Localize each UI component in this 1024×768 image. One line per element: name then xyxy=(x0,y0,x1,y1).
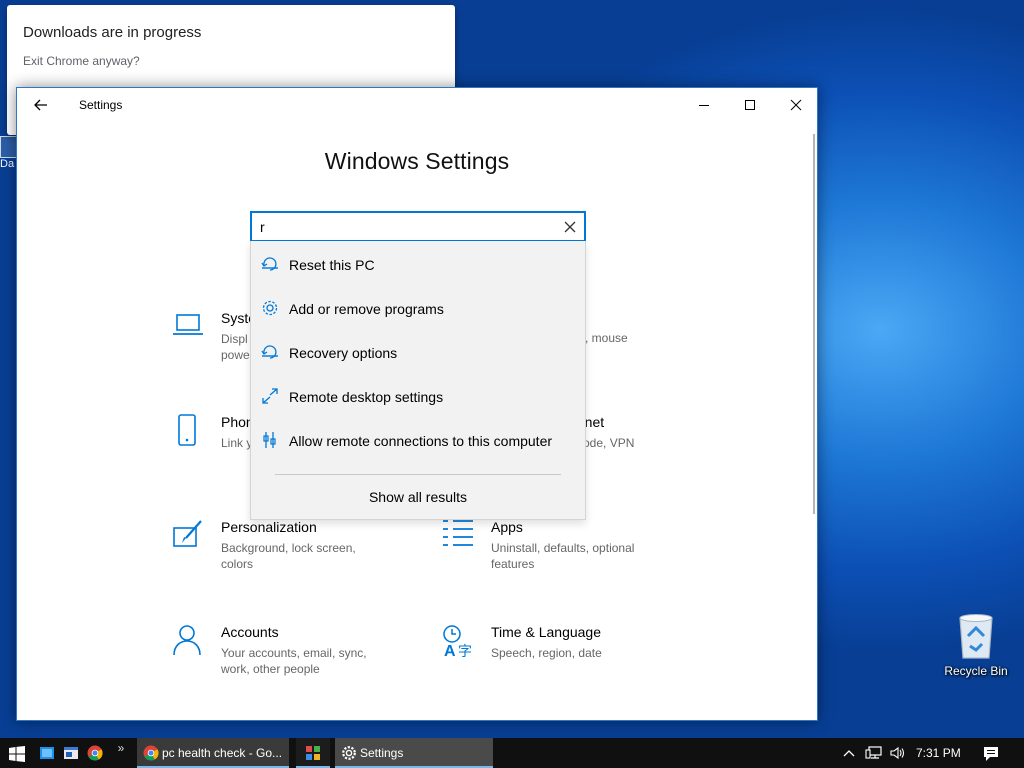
person-icon xyxy=(171,624,205,658)
start-button[interactable] xyxy=(0,738,34,768)
gear-icon xyxy=(261,299,279,317)
category-desc: Background, lock screen, colors xyxy=(221,541,356,571)
suggestion-item[interactable]: Remote desktop settings xyxy=(251,373,585,417)
taskbar-chrome-window[interactable]: pc health check - Go... xyxy=(137,738,289,768)
windows-logo-icon xyxy=(9,746,25,762)
suggestion-label: Add or remove programs xyxy=(289,301,444,317)
network-button[interactable] xyxy=(865,738,883,768)
recovery-icon xyxy=(261,343,279,361)
suggestion-label: Remote desktop settings xyxy=(289,389,444,405)
back-button[interactable] xyxy=(29,94,53,116)
chevron-up-icon xyxy=(843,750,855,757)
suggestion-item[interactable]: Allow remote connections to this compute… xyxy=(251,417,585,461)
task-view-button[interactable] xyxy=(34,738,60,768)
category-accounts[interactable]: Accounts Your accounts, email, sync, wor… xyxy=(171,624,391,694)
apps-list-icon xyxy=(441,519,475,553)
category-desc: ode, VPN xyxy=(583,436,635,450)
close-icon xyxy=(790,99,802,111)
category-name: Apps xyxy=(491,519,523,535)
remote-desktop-icon xyxy=(261,387,279,405)
settings-search-box[interactable] xyxy=(250,211,586,242)
volume-button[interactable] xyxy=(889,738,907,768)
taskbar-app-label: pc health check - Go... xyxy=(162,746,283,760)
file-explorer-icon xyxy=(64,747,78,759)
suggestion-label: Recovery options xyxy=(289,345,398,361)
suggestion-label: Allow remote connections to this compute… xyxy=(289,433,553,449)
volume-icon xyxy=(890,746,905,760)
suggestion-label: Reset this PC xyxy=(289,257,375,273)
search-suggestions: Reset this PC Add or remove programs Rec… xyxy=(250,241,586,520)
svg-text:A: A xyxy=(444,643,456,658)
search-input[interactable] xyxy=(260,217,550,237)
pc-health-icon xyxy=(306,746,320,760)
arrow-left-icon xyxy=(34,99,47,111)
chrome-icon xyxy=(143,745,159,761)
paintbrush-icon xyxy=(171,519,205,553)
svg-text:字: 字 xyxy=(458,643,472,658)
network-icon xyxy=(865,746,882,759)
maximize-button[interactable] xyxy=(727,88,773,121)
close-button[interactable] xyxy=(773,88,819,121)
category-name: Time & Language xyxy=(491,624,601,640)
suggestion-item[interactable]: Add or remove programs xyxy=(251,285,585,329)
category-desc: Your accounts, email, sync, work, other … xyxy=(221,646,367,676)
chrome-pinned-button[interactable] xyxy=(82,738,108,768)
category-desc: Speech, region, date xyxy=(491,646,602,660)
task-view-icon xyxy=(40,747,54,759)
category-apps[interactable]: Apps Uninstall, defaults, optional featu… xyxy=(441,519,661,589)
notifications-icon xyxy=(984,747,998,761)
laptop-icon xyxy=(171,310,205,344)
recycle-bin-icon xyxy=(954,612,998,660)
file-explorer-button[interactable] xyxy=(58,738,84,768)
clear-search-button[interactable] xyxy=(562,219,578,235)
taskbar-overflow-button[interactable]: » xyxy=(113,738,129,768)
dialog-message: Exit Chrome anyway? xyxy=(23,54,140,68)
show-all-results-button[interactable]: Show all results xyxy=(251,489,585,505)
category-desc: s, mouse xyxy=(579,331,628,345)
taskbar-pc-health-app[interactable] xyxy=(296,738,330,768)
recycle-bin[interactable]: Recycle Bin xyxy=(938,612,1014,684)
settings-window: Settings Windows Settings Syste Displ po… xyxy=(16,87,818,721)
minimize-icon xyxy=(699,105,709,106)
gear-icon xyxy=(341,745,357,761)
taskbar: » pc health check - Go... Settings 7:31 … xyxy=(0,738,1024,768)
time-language-icon: A字 xyxy=(441,624,475,658)
category-name: Phon xyxy=(221,414,254,430)
taskbar-app-label: Settings xyxy=(360,746,404,760)
chrome-icon xyxy=(87,745,103,761)
recycle-bin-label: Recycle Bin xyxy=(944,664,1008,678)
category-time-language[interactable]: A字 Time & Language Speech, region, date xyxy=(441,624,661,694)
page-title: Windows Settings xyxy=(324,148,510,174)
scrollbar[interactable] xyxy=(813,134,815,514)
category-name: Personalization xyxy=(221,519,317,535)
suggestion-item[interactable]: Recovery options xyxy=(251,329,585,373)
dialog-title: Downloads are in progress xyxy=(23,24,202,41)
category-desc: Uninstall, defaults, optional features xyxy=(491,541,635,571)
action-center-button[interactable] xyxy=(982,738,1002,768)
category-personalization[interactable]: Personalization Background, lock screen,… xyxy=(171,519,391,589)
maximize-icon xyxy=(745,100,755,110)
minimize-button[interactable] xyxy=(681,88,727,121)
title-bar[interactable]: Settings xyxy=(17,88,817,122)
remote-connection-icon xyxy=(261,431,279,449)
window-title: Settings xyxy=(79,98,123,112)
tray-overflow-button[interactable] xyxy=(842,738,858,768)
system-clock[interactable]: 7:31 PM xyxy=(916,746,961,760)
phone-icon xyxy=(171,414,205,448)
suggestion-item[interactable]: Reset this PC xyxy=(251,241,585,285)
taskbar-settings-window[interactable]: Settings xyxy=(335,738,493,768)
close-icon xyxy=(564,221,576,233)
reset-pc-icon xyxy=(261,255,279,273)
category-name: Accounts xyxy=(221,624,279,640)
suggestion-divider xyxy=(275,474,561,475)
